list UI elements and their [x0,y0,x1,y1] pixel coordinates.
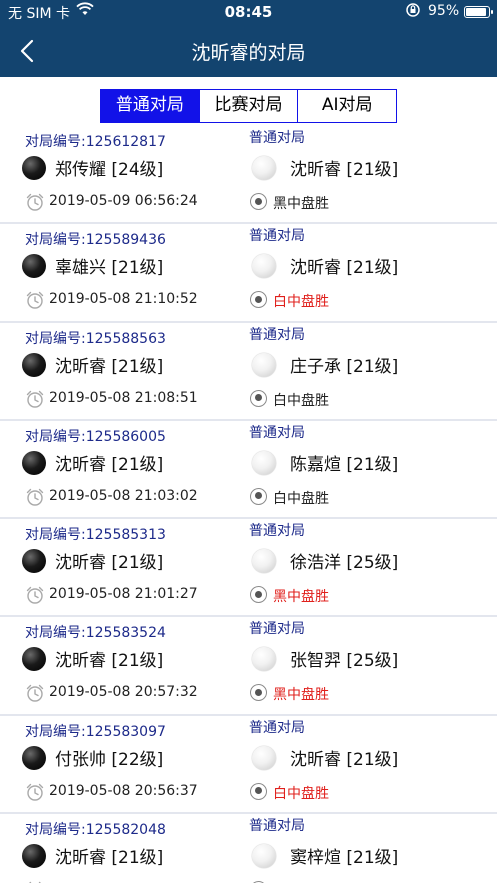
black-player-name: 沈昕睿 [21级] [55,553,164,574]
black-stone-icon [22,450,46,475]
game-row[interactable]: 对局编号:125588563 普通对局 沈昕睿 [21级] 庄子承 [21级] … [0,323,497,421]
black-player-name: 沈昕睿 [21级] [55,356,164,377]
tab-bar: 普通对局 比赛对局 AI对局 [100,89,397,123]
clock-icon [25,487,45,507]
game-result: 黑中盘胜 [273,196,329,212]
game-type: 普通对局 [249,621,305,638]
clock-icon [25,782,45,802]
white-player-name: 窦梓煊 [21级] [290,848,399,869]
battery-icon [464,6,493,18]
black-stone-icon [22,549,46,574]
black-player-name: 辜雄兴 [21级] [55,258,164,279]
game-datetime: 2019-05-08 21:08:51 [49,389,198,406]
game-type: 普通对局 [249,130,305,146]
game-id: 对局编号:125588563 [25,330,166,347]
result-radio-icon [250,291,267,309]
game-id: 对局编号:125582048 [25,822,166,839]
game-type: 普通对局 [249,719,305,736]
tab-ai-games[interactable]: AI对局 [298,90,397,122]
clock-icon [25,683,45,703]
white-stone-icon [252,647,276,672]
game-row[interactable]: 对局编号:125582048 普通对局 沈昕睿 [21级] 窦梓煊 [21级] [0,814,497,883]
game-result: 白中盘胜 [273,490,329,507]
game-list: 对局编号:125612817 普通对局 郑传耀 [24级] 沈昕睿 [21级] … [0,126,497,883]
black-player-name: 沈昕睿 [21级] [55,651,164,672]
result-radio-icon [250,389,267,407]
clock-icon [25,585,45,605]
game-row[interactable]: 对局编号:125583524 普通对局 沈昕睿 [21级] 张智羿 [25级] … [0,617,497,716]
game-row[interactable]: 对局编号:125583097 普通对局 付张帅 [22级] 沈昕睿 [21级] … [0,716,497,815]
white-stone-icon [252,844,276,869]
game-row[interactable]: 对局编号:125585313 普通对局 沈昕睿 [21级] 徐浩洋 [25级] … [0,519,497,618]
black-player-name: 沈昕睿 [21级] [55,848,164,869]
game-row[interactable]: 对局编号:125589436 普通对局 辜雄兴 [21级] 沈昕睿 [21级] … [0,224,497,323]
result-radio-icon [250,684,267,702]
black-stone-icon [22,647,46,672]
tab-normal-games[interactable]: 普通对局 [101,90,200,122]
status-bar: 无 SIM 卡 08:45 95% [0,0,497,24]
result-radio-icon [250,193,267,210]
game-type: 普通对局 [249,818,305,835]
black-player-name: 郑传耀 [24级] [55,160,164,180]
game-type: 普通对局 [249,523,305,540]
white-player-name: 徐浩洋 [25级] [290,553,399,574]
game-id: 对局编号:125586005 [25,428,166,445]
clock-icon [25,192,45,212]
black-stone-icon [22,352,46,377]
game-datetime: 2019-05-08 21:03:02 [49,487,198,504]
white-stone-icon [252,352,276,377]
game-row[interactable]: 对局编号:125612817 普通对局 郑传耀 [24级] 沈昕睿 [21级] … [0,126,497,225]
white-player-name: 沈昕睿 [21级] [290,160,399,180]
game-datetime: 2019-05-08 20:56:37 [49,782,198,799]
battery-percent: 95% [428,3,460,19]
white-player-name: 陈嘉煊 [21级] [290,454,399,475]
game-result: 白中盘胜 [273,294,329,311]
game-datetime: 2019-05-08 21:01:27 [49,586,198,603]
status-time: 08:45 [224,3,273,21]
game-datetime: 2019-05-09 06:56:24 [49,193,198,209]
game-id: 对局编号:125583097 [25,723,166,740]
game-id: 对局编号:125612817 [25,134,166,150]
white-player-name: 庄子承 [21级] [290,356,399,377]
white-player-name: 沈昕睿 [21级] [290,258,399,279]
result-radio-icon [250,487,267,505]
black-stone-icon [22,745,46,770]
battery-fill [466,8,486,16]
game-type: 普通对局 [249,326,305,343]
game-row[interactable]: 对局编号:125586005 普通对局 沈昕睿 [21级] 陈嘉煊 [21级] … [0,421,497,520]
game-result: 白中盘胜 [273,785,329,802]
game-datetime: 2019-05-08 20:57:32 [49,684,198,701]
game-result: 白中盘胜 [273,392,329,409]
result-radio-icon [250,586,267,604]
white-stone-icon [252,549,276,574]
rotation-lock-icon [405,2,421,22]
black-stone-icon [22,254,46,279]
clock-icon [25,389,45,409]
game-type: 普通对局 [249,228,305,245]
game-result: 黑中盘胜 [273,589,329,606]
page-title: 沈昕睿的对局 [191,42,306,64]
nav-bar: 沈昕睿的对局 [0,24,497,77]
black-player-name: 沈昕睿 [21级] [55,454,164,475]
white-player-name: 张智羿 [25级] [290,651,399,672]
black-player-name: 付张帅 [22级] [55,749,164,770]
game-result: 黑中盘胜 [273,687,329,704]
white-stone-icon [252,254,276,279]
white-player-name: 沈昕睿 [21级] [290,749,399,770]
game-id: 对局编号:125589436 [25,232,166,249]
game-type: 普通对局 [249,424,305,441]
white-stone-icon [252,156,276,180]
white-stone-icon [252,450,276,475]
black-stone-icon [22,844,46,869]
black-stone-icon [22,156,46,180]
clock-icon [25,290,45,310]
game-id: 对局编号:125585313 [25,527,166,544]
result-radio-icon [250,782,267,800]
game-datetime: 2019-05-08 21:10:52 [49,291,198,308]
tab-match-games[interactable]: 比赛对局 [199,90,299,122]
white-stone-icon [252,745,276,770]
top-bar: 无 SIM 卡 08:45 95% 沈昕睿的对局 [0,0,497,77]
game-id: 对局编号:125583524 [25,625,166,642]
